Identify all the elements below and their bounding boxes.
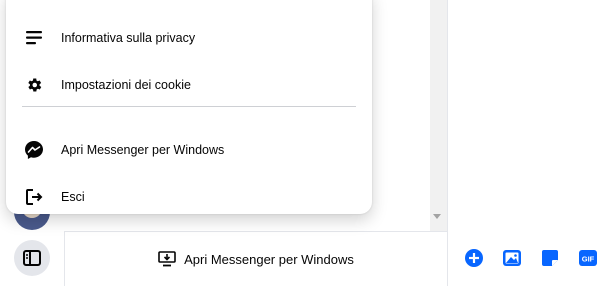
plus-icon [465,249,483,267]
desktop-download-icon [158,251,176,267]
open-messenger-windows-label: Apri Messenger per Windows [184,251,354,267]
logout-icon [20,183,48,211]
menu-item-label: Informativa sulla privacy [61,31,196,45]
footer-bar: Apri Messenger per Windows [65,232,447,286]
scroll-down-arrow-icon[interactable] [433,214,441,219]
gif-text: GIF [582,255,595,264]
menu-item-logout[interactable]: Esci [6,174,372,220]
panel-divider [447,0,448,286]
sticker-icon [542,250,558,266]
account-menu: Informativa sulla privacy Impostazioni d… [6,0,372,214]
menu-item-cookie-settings[interactable]: Impostazioni dei cookie [6,62,372,108]
sidebar-toggle-button[interactable] [14,240,50,276]
gear-icon [20,71,48,99]
lines-icon [20,24,48,52]
image-icon [503,250,521,266]
sidebar-toggle-icon [23,250,41,266]
menu-item-open-messenger-windows[interactable]: Apri Messenger per Windows [6,127,372,173]
gif-icon: GIF [579,250,597,266]
plus-button[interactable] [462,246,486,270]
conversation-scrollbar[interactable] [430,0,447,231]
menu-item-label: Esci [61,190,85,204]
messenger-icon [20,136,48,164]
menu-item-privacy[interactable]: Informativa sulla privacy [6,15,372,61]
menu-item-label: Apri Messenger per Windows [61,143,225,157]
gif-button[interactable]: GIF [576,246,600,270]
menu-item-label: Impostazioni dei cookie [61,78,191,92]
sticker-button[interactable] [538,246,562,270]
open-messenger-windows-button[interactable]: Apri Messenger per Windows [158,251,354,267]
composer-actions: GIF [462,246,600,270]
image-button[interactable] [500,246,524,270]
menu-separator [22,106,356,107]
